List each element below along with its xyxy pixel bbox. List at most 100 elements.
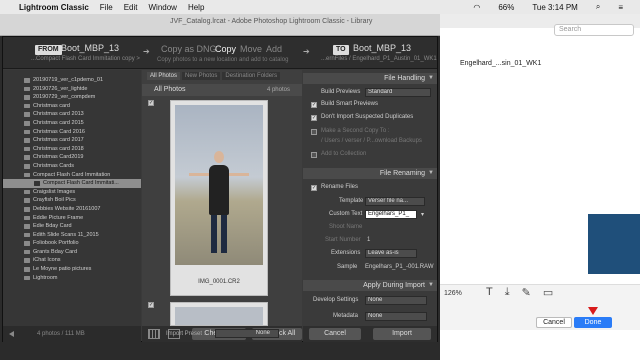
tree-item[interactable]: Christmas Cards (3, 162, 141, 171)
arrow-right-icon-2: ➔ (303, 47, 310, 56)
tree-item[interactable]: Compact Flash Card Immitation (3, 171, 141, 180)
menu-app-name[interactable]: Lightroom Classic (19, 3, 89, 12)
dont-import-duplicates-checkbox[interactable]: ✓ (311, 115, 317, 121)
mode-move[interactable]: Move (240, 44, 262, 54)
download-tool-icon[interactable]: ⤓ (505, 286, 510, 299)
folder-icon (24, 138, 30, 143)
start-number-value[interactable]: 1 (367, 237, 370, 243)
add-collection-checkbox[interactable] (311, 152, 317, 158)
photo-thumbnail[interactable] (170, 302, 268, 326)
tree-item[interactable]: Foliobook Portfolio (3, 239, 141, 248)
extensions-select[interactable]: Leave as-is (365, 249, 417, 258)
tree-item[interactable]: Edie Bday Card (3, 222, 141, 231)
build-smart-previews-checkbox[interactable]: ✓ (311, 102, 317, 108)
import-dialog: FROM Boot_MBP_13 ...Compact Flash Card I… (2, 36, 438, 342)
all-photos-header[interactable]: All Photos 4 photos (142, 84, 302, 96)
tree-item[interactable]: Debbies Website 20161007 (3, 205, 141, 214)
file-handling-header[interactable]: File Handling ▼ (303, 73, 437, 84)
photo-checkbox[interactable]: ✓ (148, 302, 154, 308)
custom-text-dropdown-icon[interactable]: ▾ (421, 211, 424, 218)
doc-done-button[interactable]: Done (574, 317, 612, 328)
import-preset-select[interactable]: None (215, 329, 279, 338)
tree-item[interactable]: Christmas Card2019 (3, 153, 141, 162)
apply-during-import-header[interactable]: Apply During Import ▼ (303, 280, 437, 291)
build-previews-select[interactable]: Standard (365, 88, 431, 97)
rename-files-checkbox[interactable]: ✓ (311, 185, 317, 191)
menu-window[interactable]: Window (148, 3, 176, 12)
mode-copy[interactable]: Copy (215, 44, 236, 54)
tab-all-photos[interactable]: All Photos (147, 72, 181, 80)
destination-drive[interactable]: Boot_MBP_13 (353, 43, 411, 53)
tree-item[interactable]: Eddie Picture Frame (3, 214, 141, 223)
tree-item[interactable]: Le Moyne patio pictures (3, 265, 141, 274)
from-tag: FROM (35, 45, 62, 55)
import-button[interactable]: Import (373, 328, 431, 340)
tree-item-selected[interactable]: Compact Flash Card Immitati... (3, 179, 141, 188)
text-tool-icon[interactable]: T (486, 286, 493, 299)
template-label: Template (339, 198, 364, 204)
photo-checkbox[interactable]: ✓ (148, 100, 154, 106)
cancel-button[interactable]: Cancel (309, 328, 361, 340)
folder-icon (24, 120, 30, 126)
folder-icon (24, 129, 30, 135)
mode-add[interactable]: Add (266, 44, 282, 54)
tree-item[interactable]: Lightroom (3, 274, 141, 283)
tree-item[interactable]: Christmas card (3, 102, 141, 111)
photo-count: 4 photos (266, 87, 290, 93)
tree-item[interactable]: Crayfish Boil Pics (3, 196, 141, 205)
doc-search-field[interactable]: Search (554, 24, 634, 36)
tree-item[interactable]: Grants Bday Card (3, 248, 141, 257)
tree-item[interactable]: Edith Slide Scans 11_2015 (3, 231, 141, 240)
source-drive[interactable]: Boot_MBP_13 (61, 43, 119, 53)
tree-item[interactable]: Christmas card 2013 (3, 110, 141, 119)
collapse-arrow-icon: ▼ (428, 170, 434, 176)
tree-item[interactable]: Christmas card 2015 (3, 119, 141, 128)
search-icon[interactable]: ⌕ (596, 2, 600, 12)
pen-tool-icon[interactable]: ✎ (522, 286, 531, 299)
custom-text-input[interactable]: Engelhars_P1_ (365, 210, 417, 219)
tab-new-photos[interactable]: New Photos (182, 72, 221, 80)
tree-item[interactable]: 20190729_ver_compdem (3, 93, 141, 102)
folder-icon (24, 172, 30, 178)
photo-arm (229, 173, 249, 176)
tree-item[interactable]: Craigslist Images (3, 188, 141, 197)
metadata-select[interactable]: None (365, 312, 427, 321)
folder-icon (24, 241, 30, 246)
photo-thumbnail[interactable]: IMG_0001.CR2 (170, 100, 268, 296)
background-document: Search Engelhard_...sin_01_WK1 126% T ⤓ … (440, 14, 640, 360)
tree-item[interactable]: iChat Icons (3, 256, 141, 265)
build-previews-label: Build Previews (321, 89, 361, 95)
tab-destination-folders[interactable]: Destination Folders (222, 72, 281, 80)
tree-item[interactable]: Christmas card 2017 (3, 136, 141, 145)
menu-edit[interactable]: Edit (124, 3, 138, 12)
tree-item[interactable]: 20190719_ver_c1pdemo_01 (3, 76, 141, 85)
menu-list-icon[interactable]: ≡ (618, 3, 623, 12)
file-renaming-header[interactable]: File Renaming ▼ (303, 168, 437, 179)
mode-copy-dng[interactable]: Copy as DNG (161, 44, 217, 54)
template-select[interactable]: Verser file na... (365, 197, 425, 206)
clock[interactable]: Tue 3:14 PM (532, 3, 578, 12)
doc-cancel-button[interactable]: Cancel (536, 317, 572, 328)
collapse-triangle-icon[interactable] (9, 331, 14, 337)
tree-item[interactable]: Christmas card 2018 (3, 145, 141, 154)
doc-blue-graphic (588, 214, 640, 274)
second-copy-path[interactable]: / Users / verser / P...ownload Backups (321, 138, 422, 144)
all-photos-label: All Photos (154, 86, 186, 93)
doc-zoom-level[interactable]: 126% (444, 290, 462, 297)
destination-path[interactable]: ...ernFiles / Engelhard_P1_Austin_01_WK1 (321, 56, 437, 62)
wifi-icon[interactable]: ◠ (473, 3, 480, 12)
window-title: JVF_Catalog.lrcat - Adobe Photoshop Ligh… (170, 18, 373, 25)
source-path[interactable]: ...Compact Flash Card Immitation copy > (31, 56, 140, 62)
battery-percent: 66% (498, 2, 515, 12)
shape-tool-icon[interactable]: ▭ (543, 286, 553, 299)
second-copy-checkbox[interactable] (311, 129, 317, 135)
develop-settings-label: Develop Settings (313, 297, 359, 303)
folder-icon (24, 224, 30, 229)
folder-icon (34, 181, 40, 186)
menu-help[interactable]: Help (188, 3, 204, 12)
menu-file[interactable]: File (100, 3, 113, 12)
tree-item[interactable]: Christmas Card 2016 (3, 128, 141, 137)
grid-view-icon[interactable] (148, 329, 160, 339)
develop-settings-select[interactable]: None (365, 296, 427, 305)
tree-item[interactable]: 20190726_ver_lightde (3, 85, 141, 94)
